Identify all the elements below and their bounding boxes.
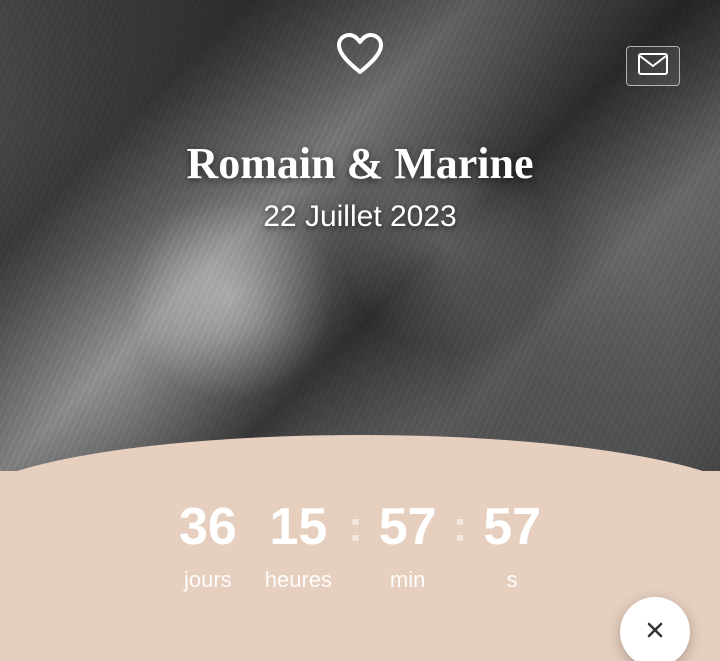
- countdown-hours: 15 heures: [265, 501, 332, 593]
- countdown-minutes-value: 57: [379, 501, 437, 553]
- envelope-icon: [638, 53, 668, 80]
- countdown-minutes-label: min: [390, 567, 425, 593]
- countdown-days-value: 36: [179, 501, 237, 553]
- couple-names: Romain & Marine: [0, 138, 720, 189]
- countdown-days: 36 jours: [179, 501, 237, 593]
- floating-action-button[interactable]: [620, 597, 690, 661]
- countdown-seconds-label: s: [507, 567, 518, 593]
- countdown-separator: :: [348, 505, 363, 549]
- countdown-hours-value: 15: [270, 501, 328, 553]
- page-root: Romain & Marine 22 Juillet 2023 36 jours…: [0, 0, 720, 661]
- contact-mail-button[interactable]: [626, 46, 680, 86]
- close-icon: [643, 618, 667, 647]
- countdown-hours-label: heures: [265, 567, 332, 593]
- heart-logo-icon: [335, 32, 385, 83]
- countdown-seconds-value: 57: [483, 501, 541, 553]
- countdown-days-label: jours: [184, 567, 232, 593]
- wedding-date: 22 Juillet 2023: [0, 200, 720, 234]
- countdown: 36 jours 15 heures : 57 min : 57 s: [0, 501, 720, 593]
- countdown-minutes: 57 min: [379, 501, 437, 593]
- countdown-separator: :: [453, 505, 468, 549]
- countdown-seconds: 57 s: [483, 501, 541, 593]
- countdown-section: 36 jours 15 heures : 57 min : 57 s: [0, 471, 720, 661]
